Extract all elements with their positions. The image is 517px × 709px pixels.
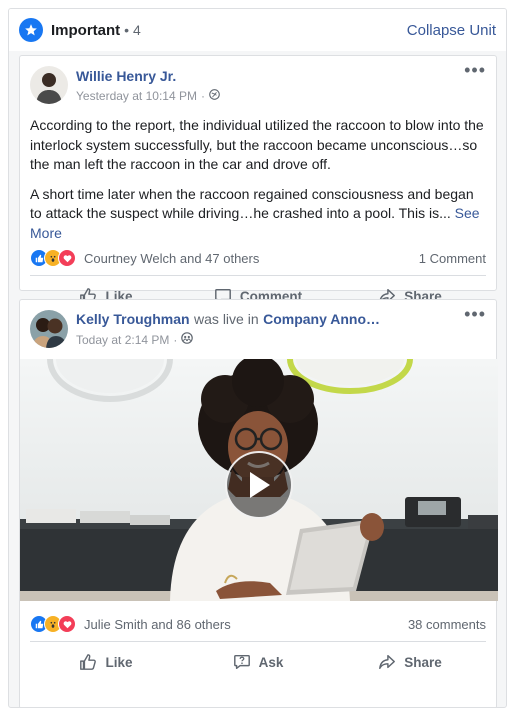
reactions-row: Julie Smith and 86 others 38 comments	[20, 613, 496, 635]
important-unit: Important • 4 Collapse Unit Willie Henry…	[8, 8, 507, 708]
author-name[interactable]: Willie Henry Jr.	[76, 68, 176, 84]
unit-header: Important • 4 Collapse Unit	[9, 9, 506, 51]
avatar[interactable]	[30, 310, 68, 348]
share-button[interactable]: Share	[334, 653, 486, 671]
live-in-text: was live in	[194, 311, 259, 327]
post-paragraph: According to the report, the individual …	[30, 117, 484, 172]
comments-count[interactable]: 38 comments	[408, 617, 486, 632]
action-bar: Like Ask Share	[30, 641, 486, 682]
like-button[interactable]: Like	[30, 653, 182, 671]
post-timestamp[interactable]: Today at 2:14 PM	[76, 333, 169, 347]
avatar[interactable]	[30, 66, 68, 104]
reaction-icons[interactable]	[30, 249, 76, 267]
globe-icon	[209, 88, 220, 103]
comments-count[interactable]: 1 Comment	[419, 251, 486, 266]
group-link[interactable]: Company Anno…	[263, 311, 380, 327]
post-paragraph-text: A short time later when the raccoon rega…	[30, 185, 474, 222]
share-icon	[379, 654, 396, 670]
ask-label: Ask	[258, 654, 284, 670]
question-bubble-icon	[233, 654, 250, 670]
post-willie-henry: Willie Henry Jr. Yesterday at 10:14 PM ·…	[19, 55, 497, 304]
thumbs-up-icon	[80, 654, 97, 670]
reactions-summary[interactable]: Courtney Welch and 47 others	[84, 251, 259, 266]
love-reaction-icon	[58, 615, 76, 633]
author-name[interactable]: Kelly Troughman	[76, 311, 190, 327]
star-icon	[19, 18, 43, 42]
meta-separator: ·	[200, 88, 205, 103]
share-label: Share	[404, 654, 442, 670]
more-options-icon[interactable]: •••	[464, 60, 486, 81]
play-button[interactable]	[225, 451, 293, 519]
reactions-row: Courtney Welch and 47 others 1 Comment	[20, 247, 496, 269]
post-kelly-troughman: Kelly Troughman was live in Company Anno…	[19, 299, 498, 707]
post-body: According to the report, the individual …	[20, 104, 496, 243]
post-header: Willie Henry Jr. Yesterday at 10:14 PM ·…	[20, 56, 496, 104]
post-paragraph: A short time later when the raccoon rega…	[30, 185, 486, 244]
collapse-unit-link[interactable]: Collapse Unit	[407, 22, 496, 39]
play-icon	[250, 472, 270, 498]
post-timestamp[interactable]: Yesterday at 10:14 PM	[76, 89, 197, 103]
more-options-icon[interactable]: •••	[464, 304, 486, 325]
unit-count: • 4	[124, 22, 141, 38]
group-icon	[181, 332, 194, 347]
reaction-icons[interactable]	[30, 615, 76, 633]
ask-button[interactable]: Ask	[182, 653, 334, 671]
reactions-summary[interactable]: Julie Smith and 86 others	[84, 617, 231, 632]
like-label: Like	[105, 654, 133, 670]
unit-title: Important	[51, 21, 121, 39]
post-header: Kelly Troughman was live in Company Anno…	[20, 300, 496, 348]
meta-separator: ·	[173, 332, 178, 347]
live-video[interactable]	[20, 359, 498, 601]
love-reaction-icon	[58, 249, 76, 267]
